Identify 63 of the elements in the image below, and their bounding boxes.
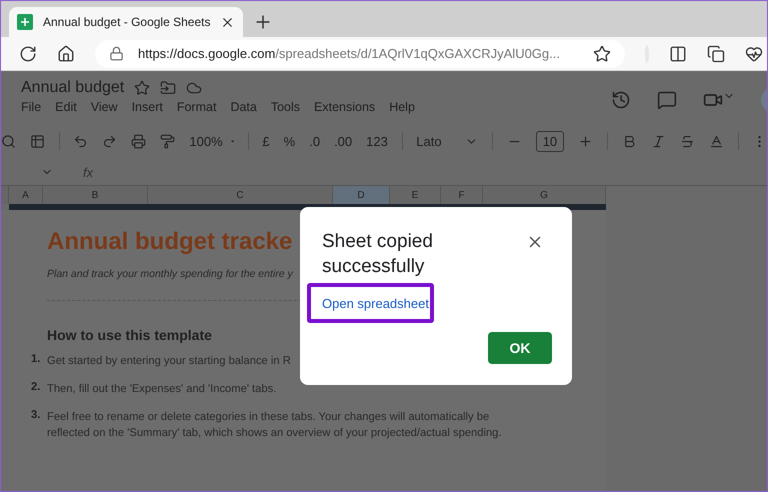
step-text: Feel free to rename or delete categories in these tabs. Your changes will automatically be reflected on the 'Summary' tab, which shows an overview of your projected/actual spending. <box>47 410 502 441</box>
folder-icon[interactable] <box>160 80 176 96</box>
home-icon[interactable] <box>57 44 75 62</box>
step-number: 2. <box>31 381 41 395</box>
font-size-field[interactable]: 10 <box>536 130 564 152</box>
column-header[interactable]: B <box>43 186 148 204</box>
document-title[interactable]: Annual budget <box>21 79 124 97</box>
cloud-icon[interactable] <box>186 80 202 96</box>
text-color-icon[interactable] <box>708 134 724 148</box>
menu-item[interactable]: Format <box>176 100 216 114</box>
menu-item[interactable]: Extensions <box>314 100 376 114</box>
search-icon[interactable] <box>1 134 16 148</box>
spreadsheet-icon <box>17 14 33 30</box>
percent-button[interactable]: % <box>284 134 296 148</box>
menu-item[interactable]: View <box>90 100 118 114</box>
split-screen-icon[interactable] <box>669 44 687 62</box>
comment-icon[interactable] <box>657 90 677 110</box>
section-heading: How to use this template <box>47 327 212 343</box>
star-icon[interactable] <box>593 44 611 62</box>
step-text: Then, fill out the 'Expenses' and 'Income' tabs. <box>47 382 278 397</box>
subtitle: Plan and track your monthly spending for the entire y <box>47 268 293 280</box>
step-number: 1. <box>31 353 41 367</box>
step-text: Get started by entering your starting balance in R <box>47 354 292 369</box>
strikethrough-icon[interactable] <box>680 134 695 148</box>
history-icon[interactable] <box>611 90 631 110</box>
increase-decimal-button[interactable]: .00 <box>334 134 352 148</box>
column-header[interactable]: G <box>483 186 606 204</box>
tab-title: Annual budget - Google Sheets <box>43 15 210 29</box>
menu-item[interactable]: Edit <box>55 100 77 114</box>
print-icon[interactable] <box>131 134 146 148</box>
column-header[interactable]: D <box>333 186 390 204</box>
heart-icon[interactable] <box>745 44 763 62</box>
undo-icon[interactable] <box>73 134 88 148</box>
number-format-button[interactable]: 123 <box>366 134 388 148</box>
formula-label: fx <box>83 164 94 180</box>
sheet-title: Annual budget tracke <box>47 228 292 256</box>
menu-item[interactable]: Tools <box>270 100 300 114</box>
collections-icon[interactable] <box>707 44 725 62</box>
menu-item[interactable]: File <box>21 100 42 114</box>
menu-item[interactable]: Help <box>389 100 415 114</box>
star-icon[interactable] <box>134 80 150 96</box>
ok-button[interactable]: OK <box>488 332 552 364</box>
zoom-select[interactable]: 100% <box>189 134 223 148</box>
currency-button[interactable]: £ <box>262 134 270 148</box>
dialog-title: Sheet copied successfully <box>322 230 434 279</box>
step-number: 3. <box>31 409 41 423</box>
column-header[interactable]: C <box>148 186 333 204</box>
column-header[interactable]: E <box>390 186 441 204</box>
menu-item[interactable]: Data <box>230 100 257 114</box>
italic-icon[interactable] <box>650 134 666 148</box>
decrease-decimal-button[interactable]: .0 <box>309 134 320 148</box>
column-header[interactable]: F <box>441 186 483 204</box>
menu-item[interactable]: Insert <box>132 100 163 114</box>
paint-format-icon[interactable] <box>160 134 176 148</box>
column-header[interactable]: A <box>9 186 43 204</box>
address-bar[interactable]: https://docs.google.com/spreadsheets/d/1AQrlV1qQxGAXCRJyAlU0Gg... <box>95 40 625 68</box>
redo-icon[interactable] <box>102 134 118 148</box>
open-spreadsheet-link[interactable]: Open spreadsheet <box>322 296 429 310</box>
font-select[interactable]: Lato <box>416 134 452 148</box>
browser-tab[interactable]: Annual budget - Google Sheets <box>9 7 244 37</box>
lock-icon <box>109 46 124 61</box>
table-icon[interactable] <box>30 134 45 148</box>
reload-icon[interactable] <box>19 44 37 62</box>
